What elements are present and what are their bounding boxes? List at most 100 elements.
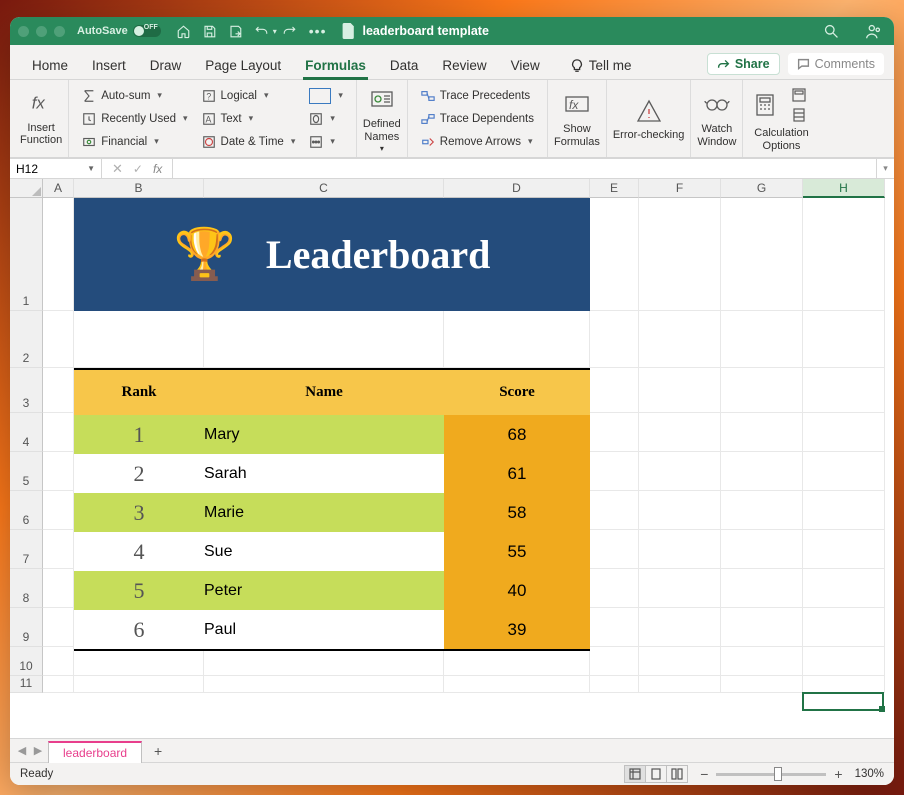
- comments-button[interactable]: Comments: [788, 53, 884, 75]
- cell-name[interactable]: Peter: [204, 582, 444, 600]
- expand-formula-icon[interactable]: ▾: [876, 159, 894, 178]
- cell-rank[interactable]: 2: [74, 461, 204, 487]
- select-all-corner[interactable]: [10, 179, 43, 198]
- logical-button[interactable]: ?Logical▾: [199, 85, 299, 106]
- cell-score[interactable]: 40: [444, 571, 590, 610]
- cell-name[interactable]: Marie: [204, 504, 444, 522]
- name-box[interactable]: H12 ▼: [10, 159, 102, 178]
- col-header-F[interactable]: F: [639, 179, 721, 198]
- zoom-in-button[interactable]: +: [832, 766, 844, 782]
- cell-score[interactable]: 55: [444, 532, 590, 571]
- cancel-icon[interactable]: ✕: [112, 161, 123, 177]
- row-header-7[interactable]: 7: [10, 530, 43, 569]
- view-normal-button[interactable]: [624, 765, 646, 783]
- row-headers[interactable]: 1234567891011: [10, 198, 43, 738]
- tab-formulas[interactable]: Formulas: [293, 50, 378, 79]
- col-header-H[interactable]: H: [803, 179, 885, 198]
- trace-precedents-button[interactable]: Trace Precedents: [418, 85, 537, 106]
- row-header-4[interactable]: 4: [10, 413, 43, 452]
- zoom-thumb[interactable]: [774, 767, 782, 781]
- search-icon[interactable]: [822, 22, 840, 40]
- zoom-slider[interactable]: − +: [698, 766, 844, 782]
- autosave-toggle[interactable]: AutoSave OFF: [77, 25, 161, 37]
- recently-used-button[interactable]: Recently Used▾: [79, 108, 190, 129]
- cell-name[interactable]: Mary: [204, 426, 444, 444]
- cell-rank[interactable]: 1: [74, 422, 204, 448]
- more-functions-button[interactable]: ▾: [306, 131, 346, 152]
- col-header-G[interactable]: G: [721, 179, 803, 198]
- row-header-5[interactable]: 5: [10, 452, 43, 491]
- row-header-10[interactable]: 10: [10, 647, 43, 676]
- autosave-pill[interactable]: OFF: [133, 25, 161, 37]
- row-header-1[interactable]: 1: [10, 198, 43, 311]
- insert-function-button[interactable]: fx Insert Function: [14, 80, 69, 157]
- home-icon[interactable]: [175, 22, 193, 40]
- save-as-icon[interactable]: [227, 22, 245, 40]
- autosum-button[interactable]: Auto-sum▾: [79, 85, 190, 106]
- view-page-break-button[interactable]: [666, 765, 688, 783]
- calculation-options-button[interactable]: Calculation Options: [743, 80, 819, 157]
- tell-me[interactable]: Tell me: [558, 50, 644, 79]
- tab-draw[interactable]: Draw: [138, 50, 194, 79]
- cell-name[interactable]: Sue: [204, 543, 444, 561]
- row-header-3[interactable]: 3: [10, 368, 43, 413]
- share-button[interactable]: Share: [707, 53, 780, 75]
- tab-data[interactable]: Data: [378, 50, 431, 79]
- cell-score[interactable]: 58: [444, 493, 590, 532]
- view-page-layout-button[interactable]: [645, 765, 667, 783]
- tab-view[interactable]: View: [499, 50, 552, 79]
- save-icon[interactable]: [201, 22, 219, 40]
- row-header-2[interactable]: 2: [10, 311, 43, 368]
- text-button[interactable]: AText▾: [199, 108, 299, 129]
- account-icon[interactable]: [864, 22, 882, 40]
- math-button[interactable]: ▾: [306, 108, 346, 129]
- enter-icon[interactable]: ✓: [133, 162, 143, 176]
- window-controls[interactable]: [18, 26, 65, 37]
- cell-rank[interactable]: 6: [74, 617, 204, 643]
- tab-review[interactable]: Review: [430, 50, 498, 79]
- lookup-button[interactable]: ▾: [306, 85, 346, 106]
- col-header-A[interactable]: A: [43, 179, 74, 198]
- error-checking-button[interactable]: Error-checking: [607, 80, 692, 157]
- undo-icon[interactable]: [253, 22, 271, 40]
- tab-page-layout[interactable]: Page Layout: [193, 50, 293, 79]
- calc-now-icon[interactable]: [791, 87, 807, 103]
- document-title[interactable]: leaderboard template: [342, 23, 488, 39]
- cell-score[interactable]: 61: [444, 454, 590, 493]
- tab-insert[interactable]: Insert: [80, 50, 138, 79]
- cell-name[interactable]: Paul: [204, 621, 444, 639]
- col-header-D[interactable]: D: [444, 179, 590, 198]
- cells-area[interactable]: 🏆 Leaderboard Rank Name Score 1Mary682Sa…: [43, 198, 894, 738]
- formula-input[interactable]: [173, 159, 876, 178]
- cell-rank[interactable]: 4: [74, 539, 204, 565]
- col-header-C[interactable]: C: [204, 179, 444, 198]
- fx-button-icon[interactable]: fx: [153, 162, 162, 176]
- defined-names-button[interactable]: Defined Names ▾: [356, 80, 408, 157]
- cell-rank[interactable]: 3: [74, 500, 204, 526]
- row-header-9[interactable]: 9: [10, 608, 43, 647]
- watch-window-button[interactable]: Watch Window: [691, 80, 743, 157]
- row-header-11[interactable]: 11: [10, 676, 43, 693]
- sheet-nav-prev-icon[interactable]: ◀: [14, 744, 30, 757]
- col-header-B[interactable]: B: [74, 179, 204, 198]
- sheet-tab[interactable]: leaderboard: [48, 741, 142, 763]
- redo-icon[interactable]: [281, 22, 299, 40]
- namebox-dropdown-icon[interactable]: ▼: [87, 164, 95, 173]
- cell-rank[interactable]: 5: [74, 578, 204, 604]
- row-header-8[interactable]: 8: [10, 569, 43, 608]
- sheet-nav-next-icon[interactable]: ▶: [30, 744, 46, 757]
- add-sheet-button[interactable]: +: [148, 741, 168, 761]
- cell-name[interactable]: Sarah: [204, 465, 444, 483]
- cell-score[interactable]: 68: [444, 415, 590, 454]
- trace-dependents-button[interactable]: Trace Dependents: [418, 108, 537, 129]
- tab-home[interactable]: Home: [20, 50, 80, 79]
- col-header-E[interactable]: E: [590, 179, 639, 198]
- more-icon[interactable]: •••: [309, 23, 327, 39]
- spreadsheet-grid[interactable]: ABCDEFGH 1234567891011 🏆 Leaderboard Ran…: [10, 179, 894, 738]
- cell-score[interactable]: 39: [444, 610, 590, 649]
- column-headers[interactable]: ABCDEFGH: [43, 179, 894, 198]
- remove-arrows-button[interactable]: Remove Arrows▾: [418, 131, 537, 152]
- row-header-6[interactable]: 6: [10, 491, 43, 530]
- zoom-out-button[interactable]: −: [698, 766, 710, 782]
- show-formulas-button[interactable]: fx Show Formulas: [547, 80, 607, 157]
